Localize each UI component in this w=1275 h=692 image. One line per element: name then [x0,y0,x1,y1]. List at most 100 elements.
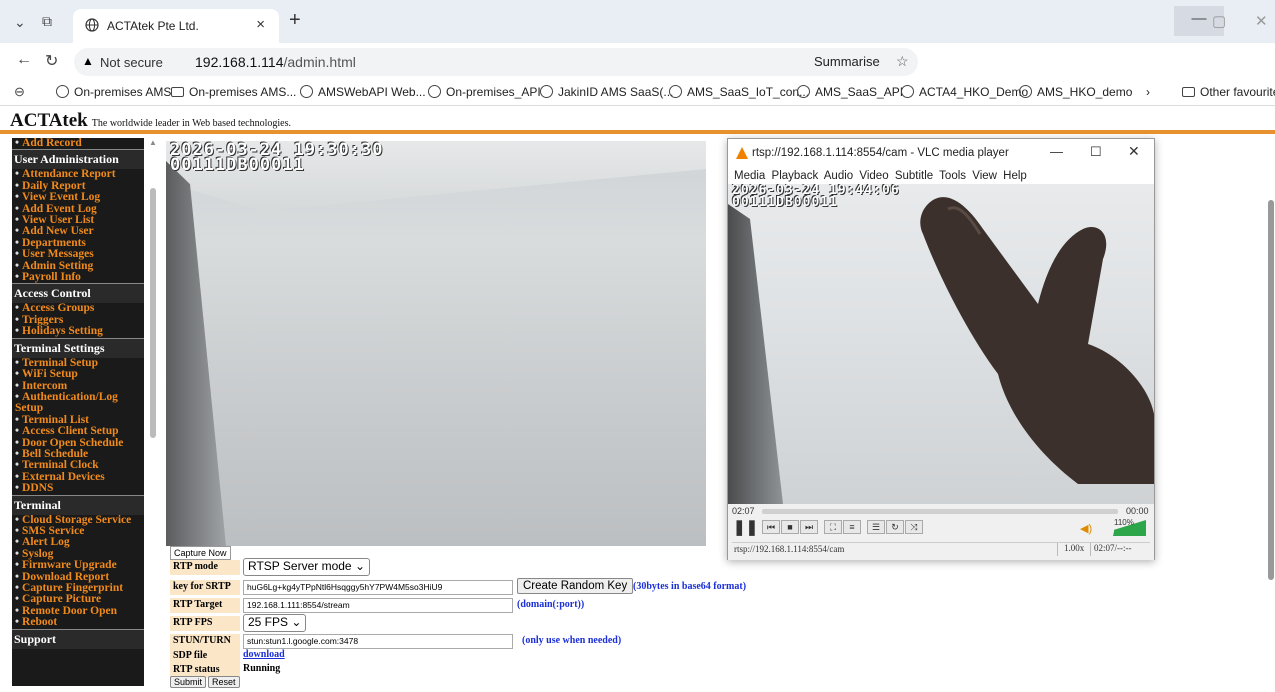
favourite-star-icon[interactable]: ☆ [896,53,909,70]
vlc-menu-audio[interactable]: Audio [824,170,853,182]
playlist-icon[interactable]: ☰ [867,520,885,534]
playback-speed[interactable]: 1.00x [1057,543,1084,556]
bookmark-item[interactable]: AMSWebAPI Web... [300,85,426,99]
vlc-menu-view[interactable]: View [972,170,997,182]
reading-view-icon[interactable]: ⊖ [14,84,25,100]
bookmark-item[interactable]: AMS_SaaS_IoT_con... [669,85,809,99]
menu-item-label: Intercom [22,379,68,392]
menu-item[interactable]: • Authentication/Log Setup [12,391,144,415]
menu-section: User Administration [12,149,144,170]
menu-item[interactable]: • Holidays Setting [12,326,144,338]
vlc-menu-subtitle[interactable]: Subtitle [895,170,933,182]
back-icon[interactable]: ← [16,51,32,69]
shuffle-icon[interactable]: ⤨ [905,520,923,534]
bullet-icon: • [15,459,20,472]
rtp-status-value: Running [243,663,281,674]
create-random-key-button[interactable]: Create Random Key [517,578,634,594]
stop-icon[interactable]: ■ [781,520,799,534]
extended-settings-icon[interactable]: ≡ [843,520,861,534]
vlc-menu-tools[interactable]: Tools [939,170,966,182]
bullet-icon: • [15,248,20,261]
loop-icon[interactable]: ↻ [886,520,904,534]
hand-image [920,197,1154,484]
menu-item-label: Capture Fingerprint [22,582,124,594]
menu-item-label: User Messages [22,248,94,261]
menu-section: Support [12,628,144,649]
menu-item[interactable]: • DDNS [12,482,144,495]
vlc-controls: 02:07 00:00 ❚❚ ⏮ ■ ⏭ ⛶ ≡ ☰ ↻ ⤨ ◀) 110% r… [728,504,1154,560]
stun-turn-input[interactable]: stun:stun1.l.google.com:3478 [243,634,513,649]
other-favourites-folder[interactable]: Other favourites [1182,85,1275,99]
rtp-target-input[interactable]: 192.168.1.111:8554/stream [243,598,513,613]
srtp-key-input[interactable]: huG6Lg+kg4yTPpNtl6Hsqggy5hY7PW4M5so3HiU9 [243,580,513,595]
bookmark-item[interactable]: AMS_HKO_demo [1019,85,1132,99]
bullet-icon: • [15,447,20,460]
refresh-icon[interactable]: ↻ [45,51,58,71]
page-scrollbar[interactable] [1266,140,1275,686]
bullet-icon: • [15,559,20,572]
close-window-button[interactable]: ✕ [1255,12,1268,30]
bullet-icon: • [15,225,20,238]
vlc-maximize-button[interactable]: ☐ [1090,144,1102,160]
menu-item-label: Add Event Log [22,202,97,215]
tab-actions-icon[interactable]: ⧉ [42,13,52,30]
vlc-video: 2026-03-24 19:44:06 00111DB00011 [728,184,1154,504]
previous-icon[interactable]: ⏮ [762,520,780,534]
more-bookmarks-icon[interactable]: › [1146,85,1150,99]
camera-preview: 2026-03-24 19:30:30 00111DB00011 [166,141,706,546]
menu-item-label: Bell Schedule [22,447,89,460]
tab-list-chevron-icon[interactable]: ⌄ [14,14,26,31]
new-tab-icon[interactable]: + [289,9,301,32]
vlc-close-button[interactable]: ✕ [1128,143,1140,160]
sdp-download-link[interactable]: download [243,649,285,660]
seek-bar[interactable] [762,509,1118,514]
url-text: 192.168.1.114/admin.html [195,54,356,70]
menu-item-label: Attendance Report [22,168,116,181]
submit-button[interactable]: Submit [170,676,207,688]
bookmark-item[interactable]: On-premises AMS... [171,85,296,99]
menu-item-label: DDNS [22,482,54,495]
menu-item[interactable]: • Payroll Info [12,271,144,283]
vlc-menu-help[interactable]: Help [1003,170,1027,182]
menu-item[interactable]: • Add Record [12,138,144,149]
bullet-icon: • [15,259,20,272]
menu-section: Terminal Settings [12,337,144,358]
menu-item-label: Capture Picture [22,593,102,606]
warning-icon[interactable]: ▲ [82,54,94,68]
bookmark-item[interactable]: On-premises_API [428,85,541,99]
bookmark-item[interactable]: On-premises AMS [56,85,171,99]
status-url: rtsp://192.168.1.114:8554/cam [734,544,845,554]
rtp-mode-select[interactable]: RTSP Server mode ⌄ [243,558,371,576]
remaining-time: 00:00 [1126,506,1149,516]
rtp-fps-select[interactable]: 25 FPS ⌄ [243,614,307,632]
pause-icon[interactable]: ❚❚ [733,518,758,536]
vlc-osd: 2026-03-24 19:44:06 00111DB00011 [732,184,900,210]
bookmark-item[interactable]: AMS_SaaS_API [797,85,903,99]
header-divider [0,130,1275,134]
bullet-icon: • [15,236,20,249]
bullet-icon: • [15,482,20,495]
capture-now-button[interactable]: Capture Now [170,546,231,560]
tab-title: ACTAtek Pte Ltd. [107,19,199,33]
srtp-key-label: key for SRTP [170,580,240,595]
vlc-menu-video[interactable]: Video [859,170,888,182]
summarise-button[interactable]: Summarise [814,54,880,69]
maximize-window-button[interactable]: ▢ [1212,12,1226,30]
bookmark-item[interactable]: ACTA4_HKO_Demo [901,85,1028,99]
menu-item-label: Reboot [22,616,58,629]
menu-item[interactable]: • Reboot [12,616,144,629]
close-tab-icon[interactable]: × [256,16,265,33]
url-field[interactable]: ▲ Not secure 192.168.1.114/admin.html Su… [74,48,918,76]
vlc-menu-media[interactable]: Media [734,170,765,182]
fullscreen-icon[interactable]: ⛶ [824,520,842,534]
next-icon[interactable]: ⏭ [800,520,818,534]
speaker-icon[interactable]: ◀) [1080,522,1092,535]
bookmark-item[interactable]: JakinID AMS SaaS(... [540,85,673,99]
menu-item-label: Alert Log [22,536,70,549]
reset-button[interactable]: Reset [208,676,240,688]
sidebar-scrollbar[interactable]: ▲ [148,138,158,686]
tab-actatek[interactable]: ACTAtek Pte Ltd. × [73,9,279,43]
vlc-minimize-button[interactable]: — [1050,144,1063,159]
vlc-menu-playback[interactable]: Playback [772,170,819,182]
sdp-file-label: SDP file [170,649,240,664]
